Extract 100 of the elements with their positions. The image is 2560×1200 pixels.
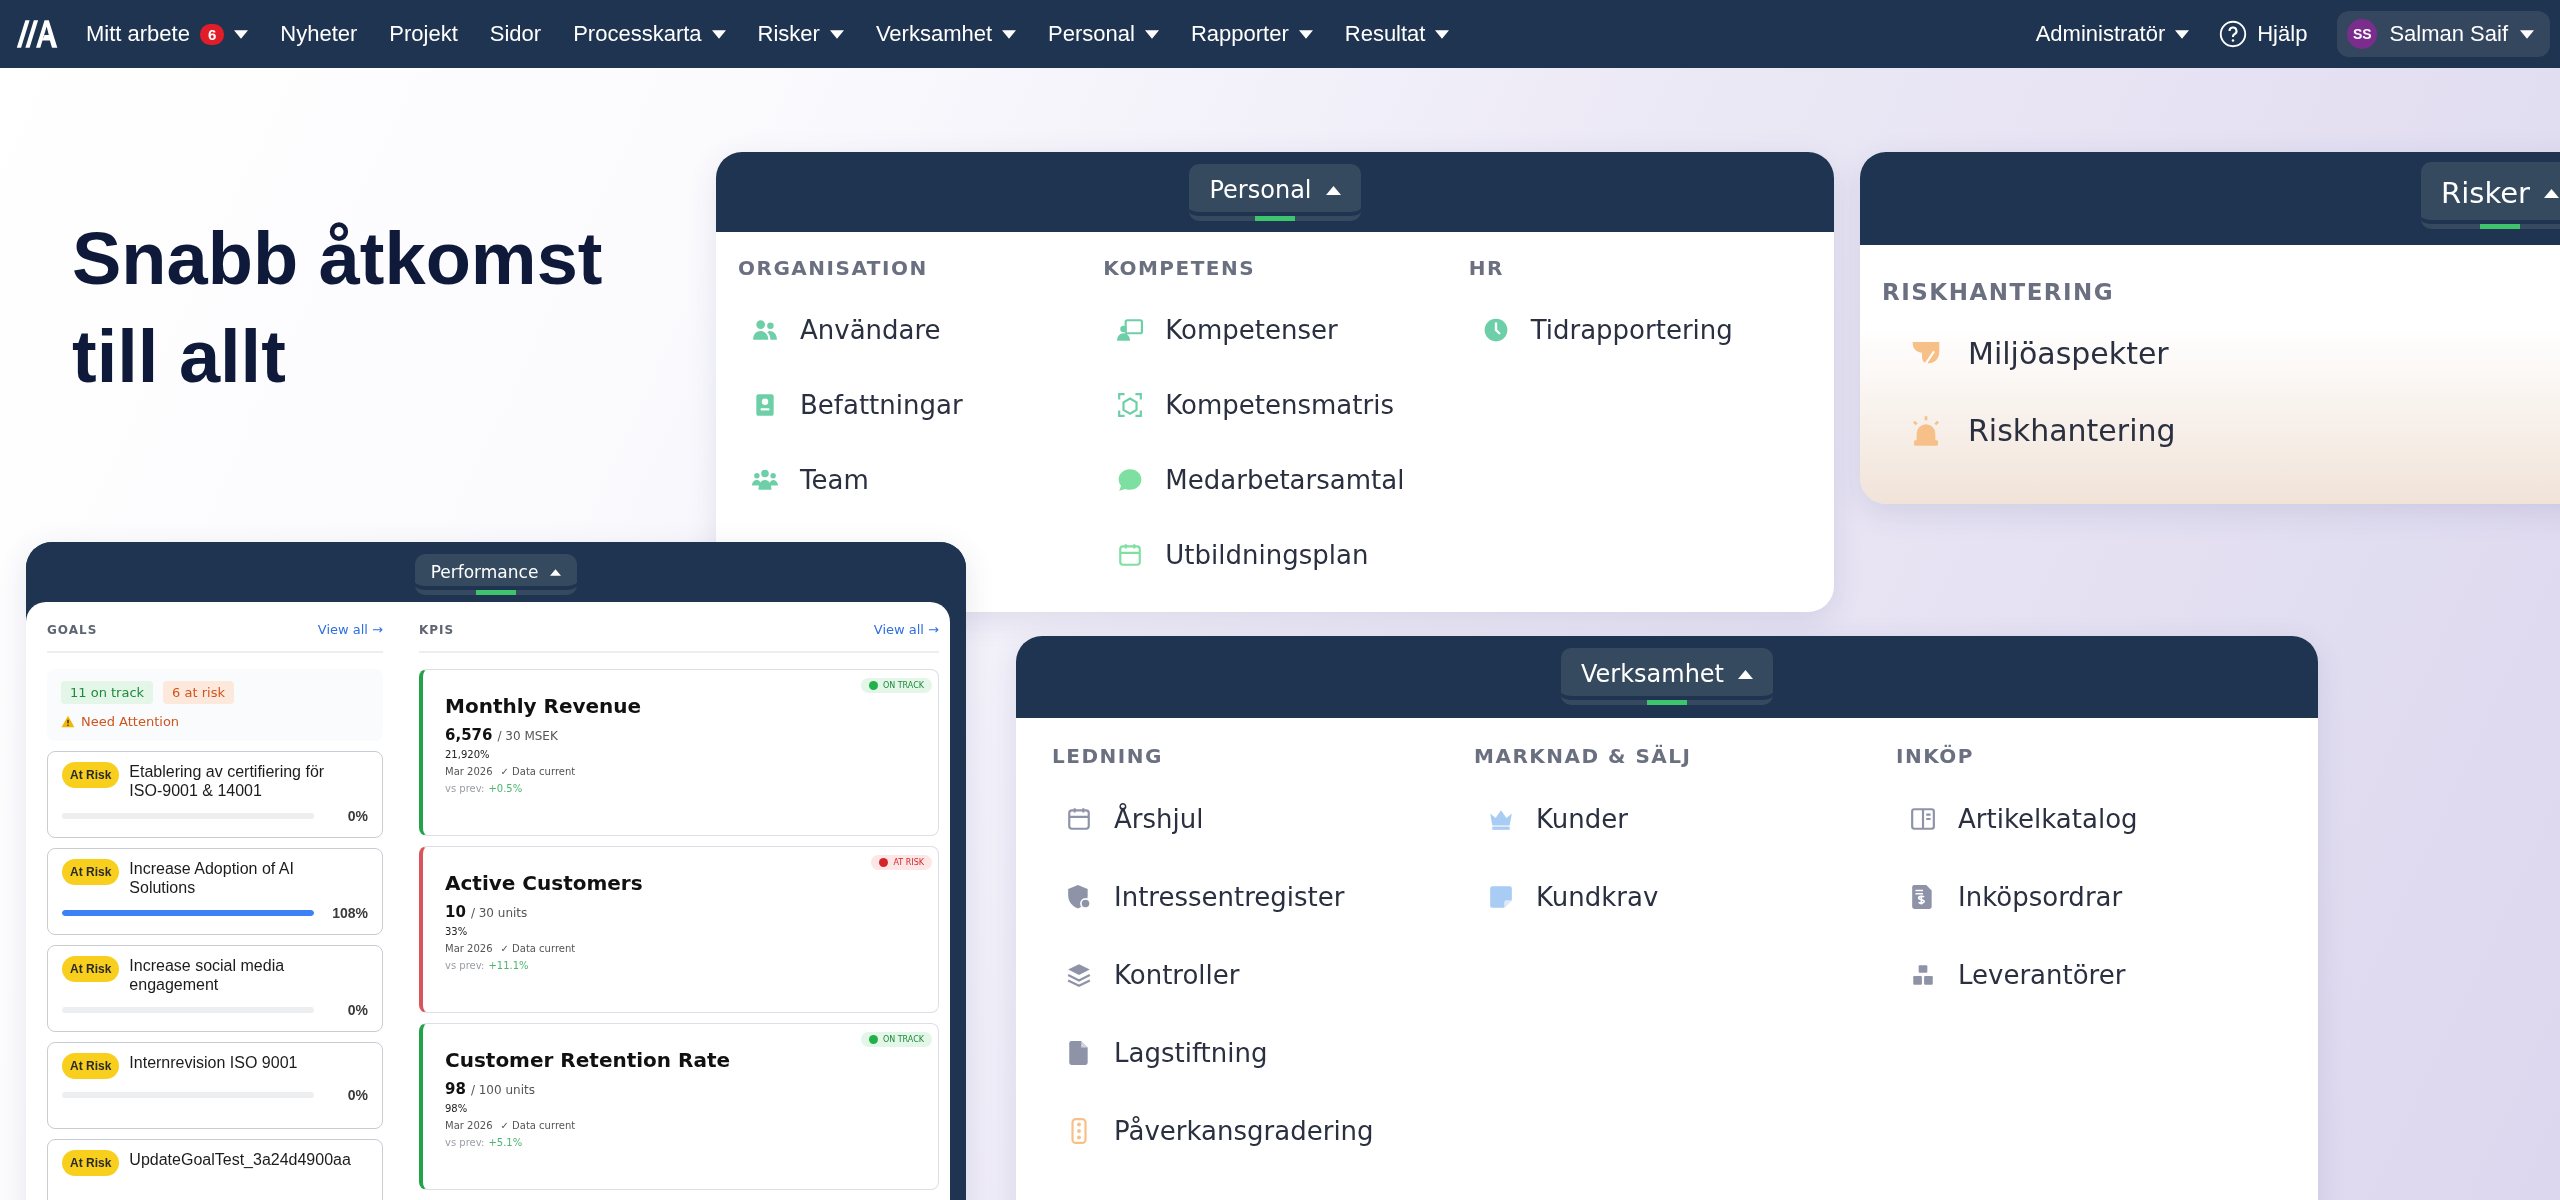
menu-item[interactable]: Årshjul bbox=[1052, 780, 1474, 858]
nav-menu-item[interactable]: Projekt bbox=[389, 21, 458, 47]
status-dot bbox=[868, 681, 878, 690]
calendar-icon bbox=[1117, 541, 1144, 568]
kpi-card[interactable]: ON TRACK Monthly Revenue 6,576 / 30 MSEK 21,920% Mar 2026 ✓ Data current vs prev: +0.5% bbox=[419, 669, 939, 836]
attention-label: Need Attention bbox=[81, 714, 180, 729]
status-dot bbox=[879, 858, 889, 867]
kpi-value: 6,576 bbox=[445, 726, 493, 744]
data-status: ✓ Data current bbox=[500, 943, 576, 954]
nav-menu-item[interactable]: Risker bbox=[757, 21, 844, 47]
progress-percent: 0% bbox=[347, 1087, 368, 1103]
menu-item[interactable]: Team bbox=[738, 442, 1104, 517]
nav-menu-item[interactable]: Verksamhet bbox=[875, 21, 1017, 47]
caret-up-icon bbox=[2543, 188, 2559, 198]
nav-menu-item[interactable]: Rapporter bbox=[1190, 21, 1313, 47]
menu-item[interactable]: Användare bbox=[738, 292, 1104, 367]
nav-menu-item[interactable]: Personal bbox=[1048, 21, 1159, 47]
logo-icon bbox=[14, 18, 58, 50]
kpi-title: Customer Retention Rate bbox=[445, 1048, 732, 1072]
menu-item[interactable]: Artikelkatalog bbox=[1896, 780, 2318, 858]
kpi-card[interactable]: AT RISK Active Customers 10 / 30 units 33% Mar 2026 ✓ Data current vs prev: +11.1% bbox=[419, 846, 939, 1013]
kpi-percent: 21,920% bbox=[445, 749, 491, 760]
data-status: ✓ Data current bbox=[500, 1120, 576, 1131]
menu-item[interactable]: Kompetensmatris bbox=[1103, 367, 1469, 442]
caret-up-icon bbox=[550, 568, 562, 576]
menu-item[interactable]: Kunder bbox=[1474, 780, 1896, 858]
status-badge: At Risk bbox=[62, 956, 120, 982]
menu-item[interactable]: Miljöaspekter bbox=[1882, 315, 2482, 392]
role-menu[interactable]: Administratör bbox=[2035, 21, 2190, 47]
sticky-note-icon bbox=[1488, 884, 1514, 910]
status-badge: ON TRACK bbox=[860, 1032, 932, 1047]
help-link[interactable]: Hjälp bbox=[2219, 20, 2308, 48]
menu-item[interactable]: Lagstiftning bbox=[1052, 1014, 1474, 1092]
status-badge: ON TRACK bbox=[860, 678, 932, 693]
data-status: ✓ Data current bbox=[500, 766, 576, 777]
status-badge: AT RISK bbox=[871, 855, 932, 870]
menu-item[interactable]: Befattningar bbox=[738, 367, 1104, 442]
nav-menu-item[interactable]: Sidor bbox=[489, 21, 542, 47]
nav-menu-item[interactable]: Processkarta bbox=[573, 21, 726, 47]
book-icon bbox=[1910, 806, 1936, 832]
menu-item[interactable]: Leverantörer bbox=[1896, 936, 2318, 1014]
layers-icon bbox=[1066, 962, 1092, 988]
goal-card[interactable]: At Risk Etablering av certifiering för ISO-9001 & 14001 0% bbox=[47, 751, 383, 838]
section-heading: MARKNAD & SÄLJ bbox=[1474, 744, 1693, 770]
kpi-card[interactable]: ON TRACK Customer Retention Rate 98 / 100 units 98% Mar 2026 ✓ Data current vs prev: +5.1% bbox=[419, 1023, 939, 1190]
kpi-target: / 30 units bbox=[470, 906, 528, 920]
change-label: vs prev: bbox=[445, 783, 485, 794]
menu-item[interactable]: Utbildningsplan bbox=[1103, 517, 1469, 592]
kpi-target: / 100 units bbox=[470, 1083, 535, 1097]
menu-item[interactable]: Medarbetarsamtal bbox=[1103, 442, 1469, 517]
menu-item[interactable]: Kontroller bbox=[1052, 936, 1474, 1014]
menu-item[interactable]: Kundkrav bbox=[1474, 858, 1896, 936]
progress-percent: 0% bbox=[347, 808, 368, 824]
status-badge: At Risk bbox=[62, 762, 120, 788]
menu-item[interactable]: Tidrapportering bbox=[1468, 292, 1834, 367]
caret-up-icon bbox=[1325, 185, 1341, 195]
goal-title: Etablering av certifiering för ISO-9001 & 14001 bbox=[129, 762, 326, 800]
nav-menu-item[interactable]: Resultat bbox=[1344, 21, 1450, 47]
goal-title: Increase social media engagement bbox=[129, 956, 286, 994]
goal-title: Internrevision ISO 9001 bbox=[129, 1053, 298, 1072]
calendar-icon bbox=[1066, 806, 1092, 832]
presentation-icon bbox=[1117, 316, 1144, 343]
kpi-value: 10 bbox=[445, 903, 466, 921]
goal-card[interactable]: At Risk UpdateGoalTest_3a24d4900aa bbox=[47, 1139, 383, 1200]
at-risk-count: 6 at risk bbox=[163, 681, 234, 704]
menu-item[interactable]: Riskhantering bbox=[1882, 392, 2482, 469]
section-heading: KOMPETENS bbox=[1103, 256, 1257, 282]
menu-item[interactable]: Inköpsordrar bbox=[1896, 858, 2318, 936]
section-heading: INKÖP bbox=[1896, 744, 1975, 770]
nav-menu-item[interactable]: Nyheter bbox=[280, 21, 358, 47]
section-heading: KPIS bbox=[419, 622, 455, 637]
shield-icon bbox=[1066, 884, 1092, 910]
goal-card[interactable]: At Risk Increase Adoption of AI Solutions 108% bbox=[47, 848, 383, 935]
view-all-link[interactable]: View all → bbox=[317, 622, 383, 637]
goal-card[interactable]: At Risk Internrevision ISO 9001 0% bbox=[47, 1042, 383, 1129]
boxes-icon bbox=[1910, 962, 1936, 988]
goal-title: UpdateGoalTest_3a24d4900aa bbox=[129, 1150, 351, 1169]
view-all-link[interactable]: View all → bbox=[873, 622, 939, 637]
section-heading: ORGANISATION bbox=[738, 256, 929, 282]
user-menu-button[interactable]: SS Salman Saif bbox=[2337, 11, 2550, 57]
section-heading: HR bbox=[1468, 256, 1505, 282]
chat-bubble-icon bbox=[1117, 466, 1144, 493]
nav-menu-item[interactable]: Mitt arbete 6 bbox=[86, 21, 249, 47]
section-heading: LEDNING bbox=[1052, 744, 1164, 770]
caret-up-icon bbox=[1738, 669, 1754, 679]
period-label: Mar 2026 bbox=[445, 943, 493, 954]
change-label: vs prev: bbox=[445, 1137, 485, 1148]
menu-item[interactable]: Påverkansgradering bbox=[1052, 1092, 1474, 1170]
notification-count: 6 bbox=[199, 23, 225, 45]
change-value: +11.1% bbox=[488, 960, 529, 971]
status-badge: At Risk bbox=[62, 1053, 120, 1079]
warning-icon bbox=[61, 715, 75, 728]
change-label: vs prev: bbox=[445, 960, 485, 971]
progress-percent: 0% bbox=[347, 1002, 368, 1018]
alarm-bell-icon bbox=[1910, 414, 1942, 447]
goal-card[interactable]: At Risk Increase social media engagement 0% bbox=[47, 945, 383, 1032]
kpi-percent: 98% bbox=[445, 1103, 469, 1114]
menu-item[interactable]: Kompetenser bbox=[1103, 292, 1469, 367]
kpi-percent: 33% bbox=[445, 926, 469, 937]
menu-item[interactable]: Intressentregister bbox=[1052, 858, 1474, 936]
